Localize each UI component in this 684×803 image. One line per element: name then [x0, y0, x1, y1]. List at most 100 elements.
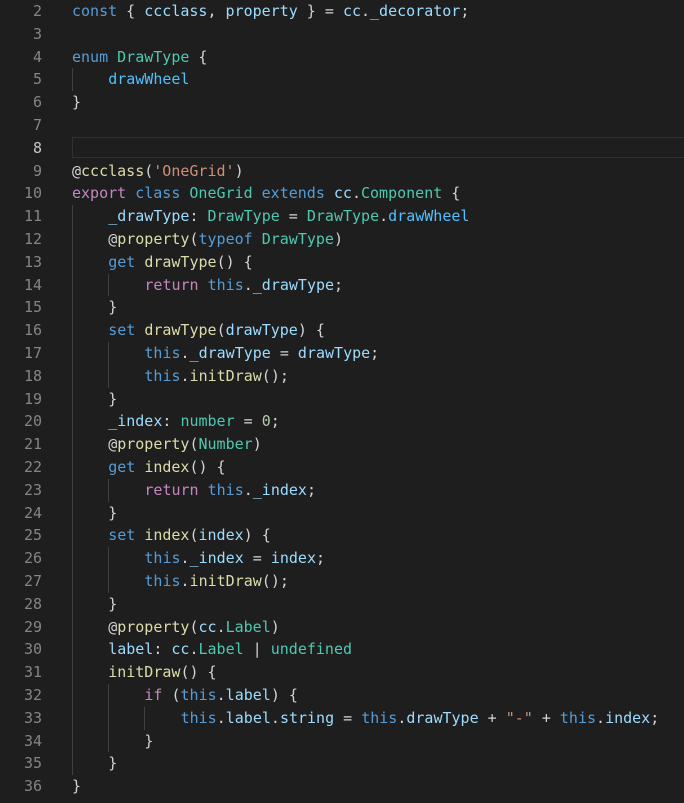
code-token: this: [207, 480, 244, 499]
code-line[interactable]: 20 _index: number = 0;: [0, 410, 684, 434]
code-line[interactable]: 33 this.label.string = this.drawType + "-…: [0, 706, 684, 730]
indent-guide: [108, 273, 110, 297]
line-number: 18: [23, 366, 42, 385]
code-token: initDraw: [189, 366, 262, 385]
code-line[interactable]: 17 this._drawType = drawType;: [0, 341, 684, 365]
indent-guide: [72, 729, 73, 753]
indent-guide: [108, 729, 110, 753]
code-token: get: [108, 457, 136, 476]
code-token: drawWheel: [108, 70, 190, 89]
code-line[interactable]: 25 set index(index) {: [0, 524, 684, 548]
code-line[interactable]: 18 this.initDraw();: [0, 364, 684, 388]
code-line[interactable]: 31 initDraw() {: [0, 661, 684, 684]
code-token: () {: [216, 252, 253, 271]
code-line[interactable]: 5 drawWheel: [0, 68, 684, 92]
indent-guide: [72, 752, 73, 776]
code-line[interactable]: 24}: [0, 501, 684, 525]
code-token: ccclass: [144, 2, 208, 20]
code-token: =: [270, 343, 298, 362]
code-line[interactable]: 21 @property(Number): [0, 433, 684, 456]
line-code: const { ccclass, property } = cc._decora…: [72, 0, 469, 23]
indent-guide: [72, 273, 73, 297]
code-token: cc: [333, 184, 352, 203]
code-line[interactable]: 3: [0, 23, 684, 46]
line-number: 13: [23, 252, 42, 271]
line-code: @ccclass('OneGrid'): [72, 160, 244, 183]
indent-guide: [72, 478, 73, 502]
code-line[interactable]: 26 this._index = index;: [0, 547, 684, 570]
code-token: index: [144, 526, 190, 545]
code-token: property: [225, 2, 298, 20]
line-code: _index: number = 0;: [108, 410, 280, 433]
code-line[interactable]: 8: [0, 136, 684, 160]
code-line[interactable]: 15}: [0, 296, 684, 320]
code-line[interactable]: 13 get drawType() {: [0, 250, 684, 274]
code-token: Label: [225, 617, 271, 636]
code-line[interactable]: 2 const { ccclass, property } = cc._decor…: [0, 0, 684, 23]
code-line[interactable]: 14 return this._drawType;: [0, 273, 684, 297]
line-code: }: [108, 593, 117, 616]
code-line[interactable]: 16 set drawType(drawType) {: [0, 319, 684, 342]
code-line[interactable]: 9 @ccclass('OneGrid'): [0, 160, 684, 183]
code-token: @: [108, 229, 118, 248]
line-number: 11: [23, 207, 42, 226]
line-code: this.initDraw();: [144, 570, 289, 593]
code-line[interactable]: 22 get index() {: [0, 455, 684, 479]
code-token: }: [108, 754, 118, 773]
code-line[interactable]: 4 enum DrawType {: [0, 46, 684, 69]
code-line[interactable]: 19}: [0, 387, 684, 411]
line-number: 35: [23, 754, 42, 773]
code-line[interactable]: 28}: [0, 592, 684, 616]
code-token: }: [108, 503, 118, 522]
line-number: 17: [23, 343, 42, 362]
code-token: Number: [198, 435, 253, 454]
code-token: {: [117, 2, 145, 20]
code-token: }: [108, 389, 118, 408]
code-token: ;: [315, 549, 326, 568]
code-editor[interactable]: 2 const { ccclass, property } = cc._decor…: [0, 0, 684, 803]
line-code: }: [144, 730, 153, 753]
code-token: number: [180, 412, 235, 431]
indent-guide: [144, 706, 146, 730]
code-token: initDraw: [189, 571, 262, 590]
code-token: class: [135, 184, 181, 203]
code-line[interactable]: 30 label: cc.Label | undefined: [0, 638, 684, 662]
line-code: }: [108, 296, 117, 319]
code-token: .: [216, 708, 226, 727]
code-token: .: [379, 207, 389, 226]
code-token: drawType: [297, 343, 371, 362]
line-code: }: [72, 775, 81, 798]
code-line[interactable]: 27 this.initDraw();: [0, 569, 684, 593]
code-token: _drawType: [189, 343, 271, 362]
code-token: .: [243, 480, 253, 499]
code-token: 0: [261, 412, 271, 431]
code-line[interactable]: 23 return this._index;: [0, 478, 684, 502]
line-number: 24: [23, 503, 42, 522]
code-line[interactable]: 10 export class OneGrid extends cc.Compon…: [0, 182, 684, 205]
code-token: OneGrid: [189, 184, 253, 203]
code-line[interactable]: 7: [0, 114, 684, 137]
code-line[interactable]: 29 @property(cc.Label): [0, 615, 684, 639]
code-token: ,: [207, 2, 226, 20]
indent-guide: [72, 455, 73, 479]
code-token: _index: [252, 480, 307, 499]
code-line[interactable]: 11 _drawType: DrawType = DrawType.drawWhe…: [0, 205, 684, 228]
code-token: typeof: [198, 229, 253, 248]
code-token: drawType: [144, 321, 217, 340]
line-number: 5: [32, 70, 42, 89]
code-line[interactable]: 36}: [0, 775, 684, 798]
code-line[interactable]: 32 if (this.label) {: [0, 683, 684, 707]
code-token: :: [162, 412, 181, 431]
code-line[interactable]: 6}: [0, 91, 684, 114]
code-token: DrawType: [117, 47, 190, 66]
code-token: .: [180, 366, 190, 385]
code-token: "-": [505, 708, 533, 727]
code-token: drawType: [406, 708, 479, 727]
line-number: 23: [23, 480, 42, 499]
code-line[interactable]: 34}: [0, 729, 684, 753]
code-token: return: [144, 480, 199, 499]
code-line[interactable]: 35}: [0, 752, 684, 776]
line-number: 30: [23, 640, 42, 659]
code-line[interactable]: 12 @property(typeof DrawType): [0, 227, 684, 251]
